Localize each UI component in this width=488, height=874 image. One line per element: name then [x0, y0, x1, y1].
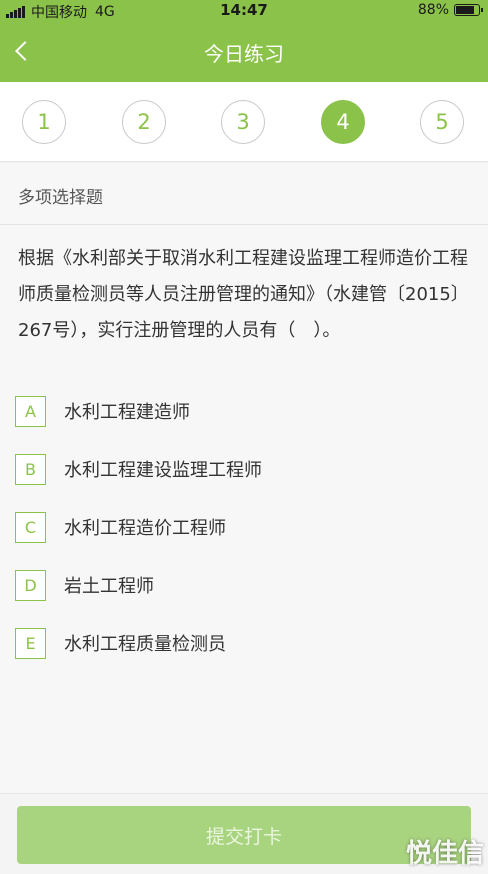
option-text: 水利工程建造师 [64, 402, 190, 423]
option-d[interactable]: D 岩土工程师 [15, 569, 475, 601]
question-nav-item-4[interactable]: 4 [321, 100, 365, 144]
option-a[interactable]: A 水利工程建造师 [15, 395, 475, 427]
battery-level [456, 6, 475, 14]
option-letter: D [15, 569, 46, 601]
page-title: 今日练习 [204, 42, 284, 66]
option-letter: C [15, 511, 46, 543]
option-text: 岩土工程师 [64, 576, 154, 597]
question-nav-item-5[interactable]: 5 [420, 100, 464, 144]
submit-button[interactable]: 提交打卡 [17, 806, 471, 864]
option-b[interactable]: B 水利工程建设监理工程师 [15, 453, 475, 485]
option-letter: E [15, 627, 46, 659]
question-type-label: 多项选择题 [0, 163, 488, 225]
question-nav-item-2[interactable]: 2 [122, 100, 166, 144]
status-time: 14:47 [220, 1, 268, 19]
question-nav-item-3[interactable]: 3 [221, 100, 265, 144]
navbar: 今日练习 [0, 24, 488, 80]
question-stem: 根据《水利部关于取消水利工程建设监理工程师造价工程师质量检测员等人员注册管理的通… [18, 248, 469, 341]
option-letter: B [15, 453, 46, 485]
battery-percent: 88% [417, 2, 449, 18]
top-bar: 中国移动 4G 14:47 88% 今日练习 [0, 0, 488, 82]
battery-icon [454, 4, 483, 16]
option-c[interactable]: C 水利工程造价工程师 [15, 511, 475, 543]
option-letter: A [15, 395, 46, 427]
status-bar: 中国移动 4G 14:47 88% [0, 0, 488, 22]
question-content: 多项选择题 根据《水利部关于取消水利工程建设监理工程师造价工程师质量检测员等人员… [0, 163, 488, 793]
option-text: 水利工程建设监理工程师 [64, 460, 262, 481]
question-nav-item-1[interactable]: 1 [22, 100, 66, 144]
option-text: 水利工程质量检测员 [64, 634, 226, 655]
status-right: 88% [417, 2, 483, 18]
question-nav: 1 2 3 4 5 [0, 82, 488, 162]
option-e[interactable]: E 水利工程质量检测员 [15, 627, 475, 659]
watermark: 悦佳信 [405, 839, 484, 869]
option-text: 水利工程造价工程师 [64, 518, 226, 539]
